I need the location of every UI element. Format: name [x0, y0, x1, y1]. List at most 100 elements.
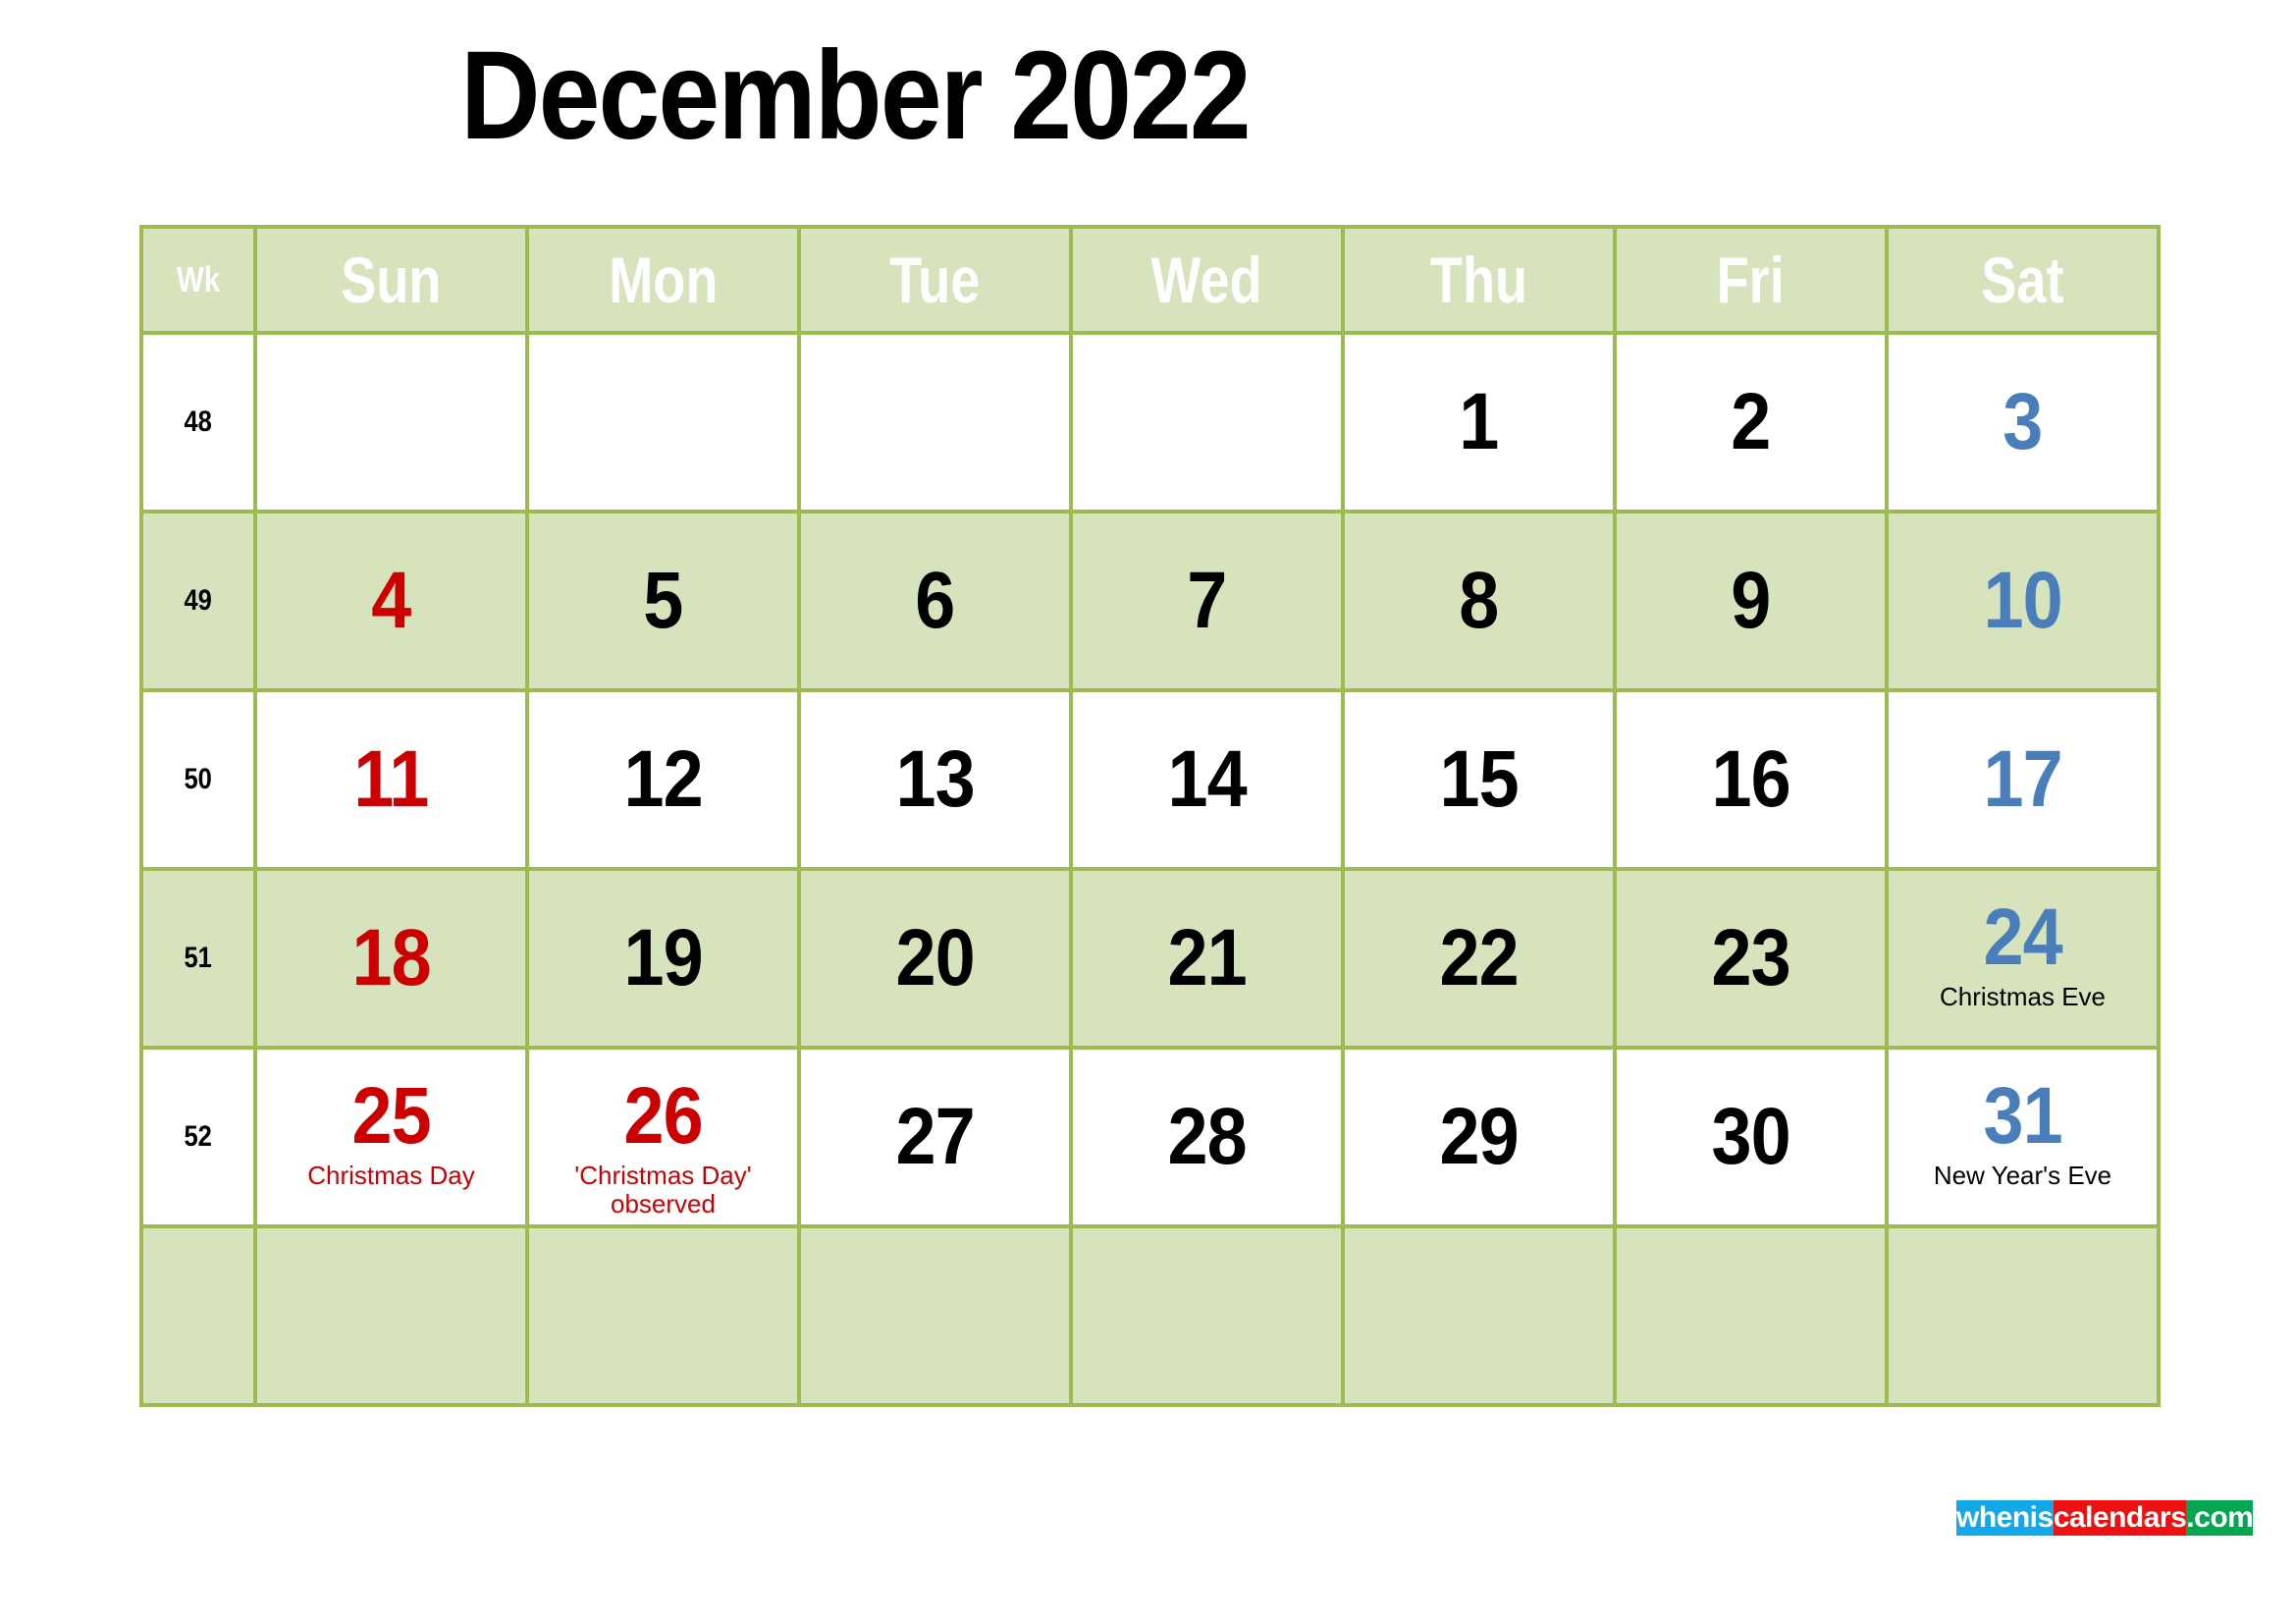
day-cell-content: 23 [1617, 871, 1885, 1046]
site-logo[interactable]: wheniscalendars.com [1956, 1500, 2254, 1536]
calendar-day-cell[interactable]: 29 [1341, 1046, 1617, 1228]
calendar-day-cell[interactable]: 22 [1341, 867, 1617, 1050]
day-cell-content: 2 [1617, 335, 1885, 510]
week-number-cell: 52 [139, 1046, 257, 1228]
day-cell-content: 20 [801, 871, 1069, 1046]
week-number-header: Wk [139, 225, 257, 335]
day-cell-content: 18 [257, 871, 525, 1046]
day-cell-content: 6 [801, 514, 1069, 688]
day-event-label: 'Christmas Day' observed [574, 1161, 752, 1218]
calendar-day-cell[interactable]: 23 [1613, 867, 1889, 1050]
day-header-tue: Tue [797, 225, 1073, 335]
day-cell-content: 12 [529, 692, 797, 867]
day-number: 18 [351, 913, 431, 1002]
calendar-day-cell[interactable]: 1 [1341, 331, 1617, 514]
calendar-day-cell[interactable]: 20 [797, 867, 1073, 1050]
calendar-day-cell[interactable]: 7 [1069, 510, 1345, 692]
calendar-day-cell[interactable]: 17 [1885, 688, 2161, 871]
day-number: 6 [915, 556, 955, 645]
calendar-day-cell[interactable]: 3 [1885, 331, 2161, 514]
calendar-day-cell [1069, 1224, 1345, 1407]
day-cell-content: 3 [1889, 335, 2157, 510]
calendar-week-row: 51 18 19 20 21 22 23 24 Christmas Eve [139, 867, 2161, 1050]
calendar-day-cell [1885, 1224, 2161, 1407]
calendar-day-cell [253, 331, 529, 514]
day-number: 1 [1459, 377, 1499, 466]
day-number: 10 [1983, 556, 2062, 645]
calendar-week-row: 49 4 5 6 7 8 9 10 [139, 510, 2161, 692]
day-number: 8 [1459, 556, 1499, 645]
calendar-day-cell[interactable]: 31 New Year's Eve [1885, 1046, 2161, 1228]
day-number: 28 [1167, 1092, 1247, 1181]
calendar-day-cell[interactable]: 14 [1069, 688, 1345, 871]
calendar-day-cell [797, 1224, 1073, 1407]
calendar-day-cell[interactable]: 13 [797, 688, 1073, 871]
week-number-label: 52 [184, 1120, 213, 1153]
day-header-sun: Sun [253, 225, 529, 335]
day-number: 19 [623, 913, 703, 1002]
day-cell-content [529, 335, 797, 510]
logo-part-calendars: calendars [2053, 1500, 2187, 1536]
day-header-label-sun: Sun [341, 244, 442, 316]
day-cell-content: 28 [1073, 1050, 1341, 1224]
calendar-day-cell[interactable]: 19 [525, 867, 801, 1050]
calendar-day-cell[interactable]: 18 [253, 867, 529, 1050]
day-header-label-mon: Mon [608, 244, 719, 316]
day-cell-content: 17 [1889, 692, 2157, 867]
day-header-sat: Sat [1885, 225, 2161, 335]
calendar-day-cell[interactable]: 16 [1613, 688, 1889, 871]
day-number: 2 [1731, 377, 1771, 466]
day-cell-content: 26 'Christmas Day' observed [529, 1050, 797, 1224]
calendar-day-cell[interactable]: 24 Christmas Eve [1885, 867, 2161, 1050]
week-number-cell: 48 [139, 331, 257, 514]
logo-part-whenis: whenis [1956, 1500, 2054, 1536]
day-number: 27 [895, 1092, 975, 1181]
calendar-day-cell[interactable]: 9 [1613, 510, 1889, 692]
day-number: 26 [623, 1071, 703, 1161]
calendar-day-cell[interactable]: 5 [525, 510, 801, 692]
calendar-day-cell[interactable]: 28 [1069, 1046, 1345, 1228]
day-header-mon: Mon [525, 225, 801, 335]
calendar-day-cell[interactable]: 30 [1613, 1046, 1889, 1228]
day-number: 25 [351, 1071, 431, 1161]
calendar-day-cell[interactable]: 8 [1341, 510, 1617, 692]
day-cell-content: 9 [1617, 514, 1885, 688]
day-number: 7 [1187, 556, 1227, 645]
calendar-day-cell [1341, 1224, 1617, 1407]
day-header-label-sat: Sat [1981, 244, 2064, 316]
week-number-label: 48 [184, 406, 213, 438]
calendar-day-cell[interactable]: 21 [1069, 867, 1345, 1050]
calendar-day-cell [1613, 1224, 1889, 1407]
day-number: 23 [1711, 913, 1790, 1002]
day-number: 14 [1167, 734, 1247, 824]
day-number: 30 [1711, 1092, 1790, 1181]
calendar-day-cell [797, 331, 1073, 514]
day-number: 31 [1983, 1071, 2062, 1161]
day-event-label: Christmas Day [307, 1161, 475, 1190]
calendar-day-cell[interactable]: 2 [1613, 331, 1889, 514]
day-cell-content: 1 [1345, 335, 1613, 510]
calendar-day-cell[interactable]: 12 [525, 688, 801, 871]
calendar-day-cell[interactable]: 25 Christmas Day [253, 1046, 529, 1228]
calendar-day-cell[interactable]: 15 [1341, 688, 1617, 871]
day-number: 13 [895, 734, 975, 824]
calendar-header-row: Wk Sun Mon Tue Wed Thu Fri Sat [139, 225, 2161, 335]
day-header-label-wed: Wed [1150, 244, 1263, 316]
calendar-day-cell[interactable]: 27 [797, 1046, 1073, 1228]
day-cell-content [257, 335, 525, 510]
calendar-blank-row [139, 1224, 2161, 1407]
calendar-page: December 2022 Wk Sun Mon Tue Wed Thu Fri… [0, 0, 2296, 1624]
day-cell-content: 11 [257, 692, 525, 867]
calendar-day-cell[interactable]: 11 [253, 688, 529, 871]
calendar-day-cell[interactable]: 6 [797, 510, 1073, 692]
day-number: 17 [1983, 734, 2062, 824]
page-title: December 2022 [460, 26, 1251, 166]
calendar-day-cell [525, 1224, 801, 1407]
calendar-day-cell[interactable]: 26 'Christmas Day' observed [525, 1046, 801, 1228]
day-header-label-tue: Tue [889, 244, 981, 316]
logo-part-domain: .com [2186, 1500, 2254, 1536]
day-header-wed: Wed [1069, 225, 1345, 335]
calendar-day-cell[interactable]: 10 [1885, 510, 2161, 692]
day-number: 20 [895, 913, 975, 1002]
calendar-day-cell[interactable]: 4 [253, 510, 529, 692]
